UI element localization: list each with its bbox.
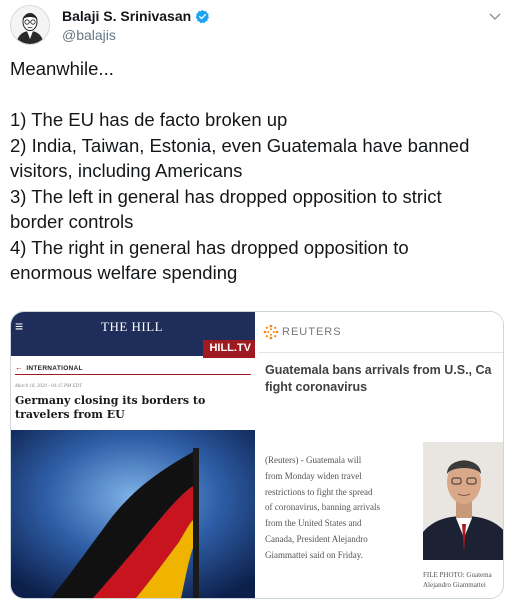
reuters-body-line: Giammattei said on Friday. [265,549,363,560]
media-image-the-hill[interactable]: ≡ THE HILL HILL.TV ← INTERNATIONAL March … [11,312,255,598]
author-name[interactable]: Balaji S. Srinivasan [62,8,191,24]
tweet-line: 2) India, Taiwan, Estonia, even Guatemal… [10,134,470,156]
tweet-text: Meanwhile... 1) The EU has de facto brok… [10,56,506,286]
tweet-line: 4) The right in general has dropped oppo… [10,236,409,258]
section-label: ← INTERNATIONAL [15,363,83,372]
hill-tv-badge: HILL.TV [203,340,255,358]
tweet-line: 1) The EU has de facto broken up [10,109,288,130]
article-headline: Germany closing its borders to travelers… [15,394,206,421]
reuters-headline-line: Guatemala bans arrivals from U.S., Ca [265,363,492,377]
hill-logo: THE HILL [101,319,164,334]
hill-header-bar: ≡ THE HILL [11,312,255,342]
reuters-body-line: Canada, President Alejandro [265,533,368,544]
reuters-body-line: restrictions to fight the spread [265,486,373,497]
sketch-portrait-avatar [11,6,49,44]
tweet-line: Meanwhile... [10,58,114,79]
president-portrait-photo [423,442,503,560]
section-divider [15,374,251,375]
author-block: Balaji S. Srinivasan @balajis [62,8,210,43]
reuters-headline: Guatemala bans arrivals from U.S., Ca fi… [265,362,503,396]
author-name-row: Balaji S. Srinivasan [62,8,210,24]
german-flag-photo [11,430,255,598]
reuters-divider [259,352,503,353]
back-arrow-icon: ← [15,363,24,372]
photo-caption: FILE PHOTO: Guatema Alejandro Giammattei [423,570,492,590]
reuters-body-line: from the United States and [265,518,362,529]
article-dateline: March 18, 2020 - 04:15 PM EDT [15,384,82,389]
reuters-body-line: from Monday widen travel [265,470,362,481]
avatar[interactable] [10,5,50,45]
tweet-line: enormous welfare spending [10,262,238,283]
reuters-headline-line: fight coronavirus [265,380,368,394]
hamburger-menu-icon: ≡ [15,318,24,334]
photo-caption-line: FILE PHOTO: Guatema [423,571,492,579]
reuters-body-line: (Reuters) - Guatemala will [265,455,362,465]
media-image-reuters[interactable]: REUTERS Guatemala bans arrivals from U.S… [259,312,503,598]
media-card[interactable]: ≡ THE HILL HILL.TV ← INTERNATIONAL March … [10,311,504,599]
reuters-body-line: of coronavirus, banning arrivals [265,502,380,513]
reuters-header: REUTERS [259,312,503,352]
verified-badge-icon [195,9,210,23]
reuters-wordmark: REUTERS [282,326,342,338]
reuters-logo-icon [263,324,279,340]
tweet-line: visitors, including Americans [10,160,243,181]
tweet-line: border controls [10,211,134,232]
reuters-body: (Reuters) - Guatemala will from Monday w… [265,453,415,564]
tweet-line: 3) The left in general has dropped oppos… [10,185,442,207]
photo-caption-line: Alejandro Giammattei [423,581,486,589]
author-handle[interactable]: @balajis [62,27,210,43]
chevron-down-icon[interactable] [488,12,502,22]
section-label-text: INTERNATIONAL [26,365,83,372]
